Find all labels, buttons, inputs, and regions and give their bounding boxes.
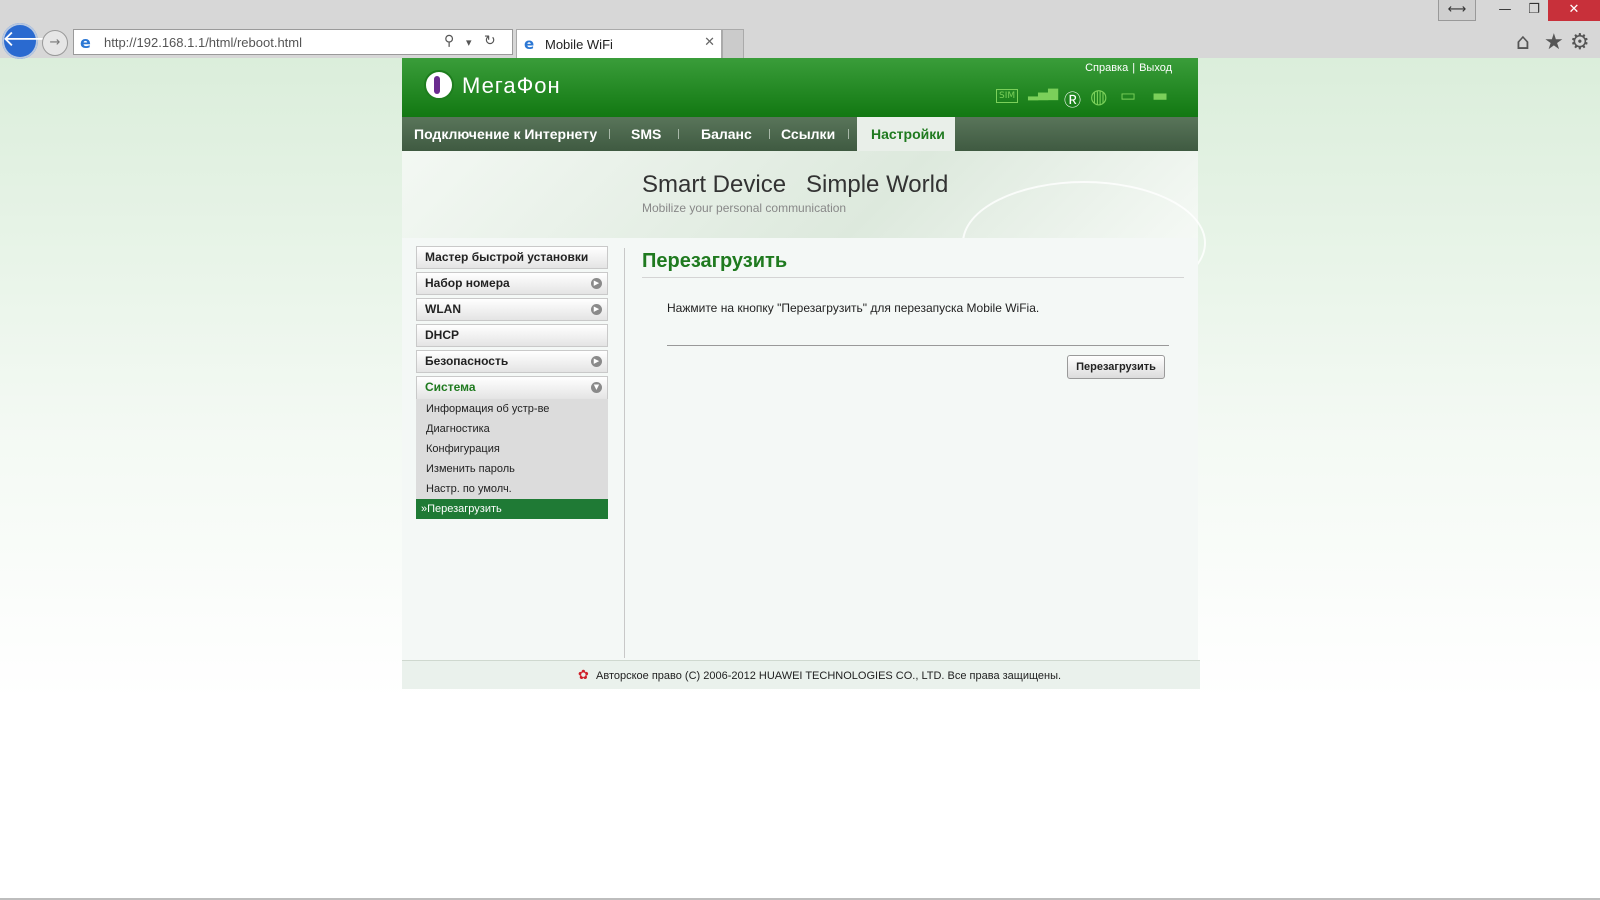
- sidebar-item-label: Набор номера: [425, 276, 510, 290]
- minimize-button[interactable]: —: [1492, 0, 1518, 21]
- sidebar-item-label: Система: [425, 380, 476, 394]
- browser-tab[interactable]: e Mobile WiFi ✕: [516, 29, 722, 58]
- menu-sms[interactable]: SMS: [631, 117, 661, 151]
- sidebar-item-label: DHCP: [425, 328, 460, 342]
- vertical-divider: [624, 248, 625, 658]
- menu-settings[interactable]: Настройки: [871, 117, 945, 151]
- menu-balance[interactable]: Баланс: [701, 117, 752, 151]
- battery-icon: ▬: [1152, 86, 1169, 106]
- wifi-icon: ▭: [1120, 86, 1137, 106]
- menu-separator: [678, 129, 679, 139]
- snap-window-button[interactable]: ⟷: [1438, 0, 1476, 21]
- subitem-restore-defaults[interactable]: Настр. по умолч.: [416, 479, 608, 499]
- reboot-message: Нажмите на кнопку "Перезагрузить" для пе…: [667, 301, 1040, 315]
- copyright-text: Авторское право (C) 2006-2012 HUAWEI TEC…: [596, 670, 1062, 682]
- top-links: Справка | Выход: [1081, 62, 1176, 74]
- forward-arrow-icon: →: [49, 35, 61, 50]
- page-title: Перезагрузить: [642, 250, 788, 272]
- tab-title: Mobile WiFi: [545, 37, 613, 52]
- sidebar-item-label: WLAN: [425, 302, 461, 316]
- internet-icon: ◍: [1090, 84, 1108, 108]
- maximize-button[interactable]: ❐: [1520, 0, 1548, 21]
- huawei-logo-icon: ✿: [578, 668, 589, 683]
- expand-arrow-icon: ▶: [591, 304, 602, 315]
- reboot-button[interactable]: Перезагрузить: [1067, 355, 1165, 379]
- tools-gear-icon[interactable]: ⚙: [1570, 30, 1590, 55]
- signal-icon: ▂▄▆: [1028, 86, 1058, 101]
- sidebar-item-dialup[interactable]: Набор номера ▶: [416, 272, 608, 295]
- subitem-configuration[interactable]: Конфигурация: [416, 439, 608, 459]
- back-button[interactable]: 🡐: [2, 23, 61, 59]
- menu-separator: [769, 129, 770, 139]
- ie-page-icon: e: [80, 33, 91, 52]
- collapse-arrow-icon: ▼: [591, 382, 602, 393]
- expand-arrow-icon: ▶: [591, 356, 602, 367]
- sidebar: Мастер быстрой установки Набор номера ▶ W…: [416, 246, 608, 519]
- refresh-icon[interactable]: ↻: [484, 33, 496, 49]
- content-area: Мастер быстрой установки Набор номера ▶ W…: [402, 238, 1198, 660]
- favorites-star-icon[interactable]: ★: [1544, 30, 1564, 55]
- subitem-diagnostics[interactable]: Диагностика: [416, 419, 608, 439]
- router-page: МегаФон Справка | Выход SIM ▂▄▆ Ⓡ ◍ ▭ ▬ По…: [402, 58, 1206, 689]
- menu-links[interactable]: Ссылки: [781, 117, 835, 151]
- close-window-button[interactable]: ✕: [1548, 0, 1600, 21]
- sidebar-item-dhcp[interactable]: DHCP: [416, 324, 608, 347]
- address-bar[interactable]: e http://192.168.1.1/html/reboot.html ⚲ …: [73, 29, 513, 55]
- home-icon[interactable]: ⌂: [1516, 30, 1530, 55]
- roaming-icon: Ⓡ: [1064, 91, 1081, 111]
- main-menu: Подключение к Интернету SMS Баланс Ссылк…: [402, 117, 1198, 151]
- tab-close-icon[interactable]: ✕: [704, 35, 715, 50]
- subitem-reboot[interactable]: »Перезагрузить: [416, 499, 608, 519]
- browser-chrome: ⟷ — ❐ ✕ 🡐 → e http://192.168.1.1/html/re…: [0, 0, 1600, 59]
- address-dropdown-icon[interactable]: ▾: [466, 36, 472, 49]
- logo-text: МегаФон: [462, 73, 561, 98]
- message-divider: [667, 345, 1169, 346]
- menu-internet-connection[interactable]: Подключение к Интернету: [414, 117, 597, 151]
- page-header: МегаФон Справка | Выход SIM ▂▄▆ Ⓡ ◍ ▭ ▬: [402, 58, 1198, 117]
- help-link[interactable]: Справка: [1081, 62, 1132, 74]
- subitem-device-info[interactable]: Информация об устр-ве: [416, 399, 608, 419]
- sidebar-item-quick-setup[interactable]: Мастер быстрой установки: [416, 246, 608, 269]
- expand-arrow-icon: ▶: [591, 278, 602, 289]
- new-tab-button[interactable]: [722, 29, 744, 58]
- sidebar-item-label: Мастер быстрой установки: [425, 250, 589, 264]
- sidebar-item-system[interactable]: Система ▼: [416, 376, 608, 399]
- ie-tab-icon: e: [524, 35, 535, 53]
- banner-subtitle: Mobilize your personal communication: [642, 201, 847, 215]
- system-submenu: Информация об устр-ве Диагностика Конфиг…: [416, 399, 608, 519]
- forward-button[interactable]: →: [42, 30, 68, 56]
- sidebar-item-security[interactable]: Безопасность ▶: [416, 350, 608, 373]
- sim-icon: SIM: [996, 89, 1019, 103]
- menu-separator: [609, 129, 610, 139]
- subitem-change-password[interactable]: Изменить пароль: [416, 459, 608, 479]
- title-divider: [642, 277, 1184, 278]
- logout-link[interactable]: Выход: [1135, 62, 1176, 74]
- menu-separator: [848, 129, 849, 139]
- search-icon[interactable]: ⚲: [444, 33, 454, 49]
- banner-slogan: Smart Device Simple World: [642, 171, 949, 198]
- address-url[interactable]: http://192.168.1.1/html/reboot.html: [104, 35, 302, 50]
- megafon-logo-icon: [424, 70, 454, 100]
- footer: ✿ Авторское право (C) 2006-2012 HUAWEI T…: [402, 660, 1200, 689]
- banner: Smart Device Simple World Mobilize your …: [402, 151, 1206, 305]
- sidebar-item-label: Безопасность: [425, 354, 509, 368]
- sidebar-item-wlan[interactable]: WLAN ▶: [416, 298, 608, 321]
